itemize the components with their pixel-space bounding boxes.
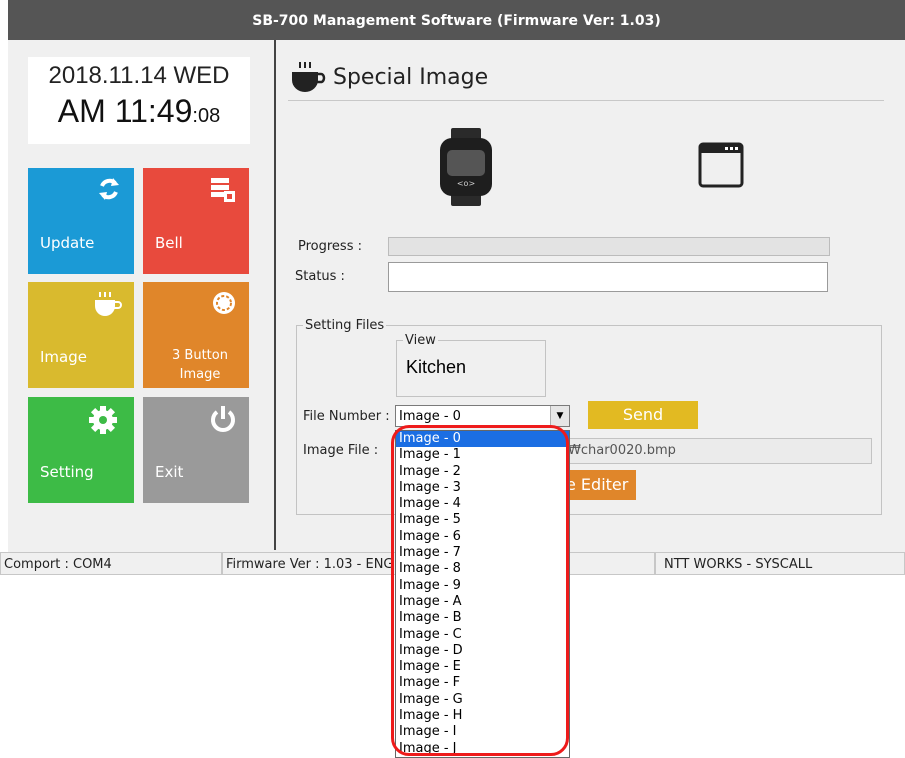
sync-icon xyxy=(99,178,119,200)
image-tile-label: Image xyxy=(40,348,87,366)
title-divider xyxy=(288,100,884,101)
clock-seconds: :08 xyxy=(192,105,221,127)
three-button-image-tile-label: 3 Button Image xyxy=(172,348,228,382)
bell-tile-button[interactable]: Bell xyxy=(143,168,249,274)
dropdown-option[interactable]: Image - 1 xyxy=(396,447,569,463)
status-field[interactable] xyxy=(388,262,828,292)
dropdown-option[interactable]: Image - E xyxy=(396,659,569,675)
dropdown-option[interactable]: Image - 8 xyxy=(396,561,569,577)
svg-text:<o>: <o> xyxy=(457,179,475,188)
update-tile-button[interactable]: Update xyxy=(28,168,134,274)
three-button-image-tile-button[interactable]: 3 Button Image xyxy=(143,282,249,388)
dropdown-option[interactable]: Image - 9 xyxy=(396,578,569,594)
image-editor-button[interactable]: e Editer xyxy=(562,470,636,500)
dropdown-option[interactable]: Image - 2 xyxy=(396,464,569,480)
dropdown-option[interactable]: Image - 4 xyxy=(396,496,569,512)
file-number-dropdown-list[interactable]: Image - 0 Image - 1 Image - 2 Image - 3 … xyxy=(395,430,570,758)
gear-icon xyxy=(89,406,117,434)
window-title: SB-700 Management Software (Firmware Ver… xyxy=(8,0,905,40)
clock-time: AM 11:49:08 xyxy=(28,93,250,130)
update-tile-label: Update xyxy=(40,234,95,252)
dropdown-option[interactable]: Image - 3 xyxy=(396,480,569,496)
bell-schedule-icon xyxy=(211,178,235,202)
dropdown-option[interactable]: Image - I xyxy=(396,724,569,740)
bell-tile-label: Bell xyxy=(155,234,183,252)
setting-tile-label: Setting xyxy=(40,463,94,481)
coffee-cup-icon xyxy=(95,292,122,316)
dropdown-option[interactable]: Image - 7 xyxy=(396,545,569,561)
coffee-cup-icon xyxy=(292,62,326,92)
progress-bar xyxy=(388,237,830,256)
progress-label: Progress : xyxy=(298,239,362,254)
file-number-select[interactable]: Image - 0 ▼ xyxy=(395,405,570,427)
dropdown-option[interactable]: Image - J xyxy=(396,741,569,757)
panel-divider xyxy=(274,40,276,550)
setting-files-label: Setting Files xyxy=(303,318,387,333)
dropdown-option[interactable]: Image - 6 xyxy=(396,529,569,545)
dropdown-option[interactable]: Image - D xyxy=(396,643,569,659)
dropdown-option[interactable]: Image - F xyxy=(396,675,569,691)
exit-tile-label: Exit xyxy=(155,463,184,481)
dropdown-option[interactable]: Image - 5 xyxy=(396,512,569,528)
dropdown-option[interactable]: Image - G xyxy=(396,692,569,708)
file-number-label: File Number : xyxy=(303,409,390,424)
chevron-down-icon[interactable]: ▼ xyxy=(550,406,569,426)
view-label: View xyxy=(403,333,438,348)
dropdown-option[interactable]: Image - B xyxy=(396,610,569,626)
image-file-label: Image File : xyxy=(303,443,379,458)
image-tile-button[interactable]: Image xyxy=(28,282,134,388)
dropdown-option[interactable]: Image - H xyxy=(396,708,569,724)
send-button[interactable]: Send xyxy=(588,401,698,429)
image-file-value: ₩char0020.bmp xyxy=(568,443,676,458)
clock-date: 2018.11.14 WED xyxy=(48,62,230,89)
exit-tile-button[interactable]: Exit xyxy=(143,397,249,503)
dropdown-option[interactable]: Image - C xyxy=(396,627,569,643)
clock-panel: 2018.11.14 WED AM 11:49:08 xyxy=(28,57,250,144)
window-app-icon[interactable] xyxy=(698,140,744,188)
button-dial-icon xyxy=(213,292,235,314)
status-label: Status : xyxy=(295,269,345,284)
statusbar-company: NTT WORKS - SYSCALL xyxy=(655,552,905,575)
smartwatch-icon[interactable]: <o> xyxy=(439,128,493,206)
setting-tile-button[interactable]: Setting xyxy=(28,397,134,503)
clock-time-main: AM 11:49 xyxy=(57,93,193,129)
dropdown-option[interactable]: Image - 0 xyxy=(396,431,569,448)
file-number-value: Image - 0 xyxy=(399,409,461,424)
statusbar-comport: Comport : COM4 xyxy=(0,552,222,575)
view-value: Kitchen xyxy=(406,357,467,377)
dropdown-option[interactable]: Image - A xyxy=(396,594,569,610)
page-title: Special Image xyxy=(333,65,489,90)
power-icon xyxy=(211,406,235,432)
